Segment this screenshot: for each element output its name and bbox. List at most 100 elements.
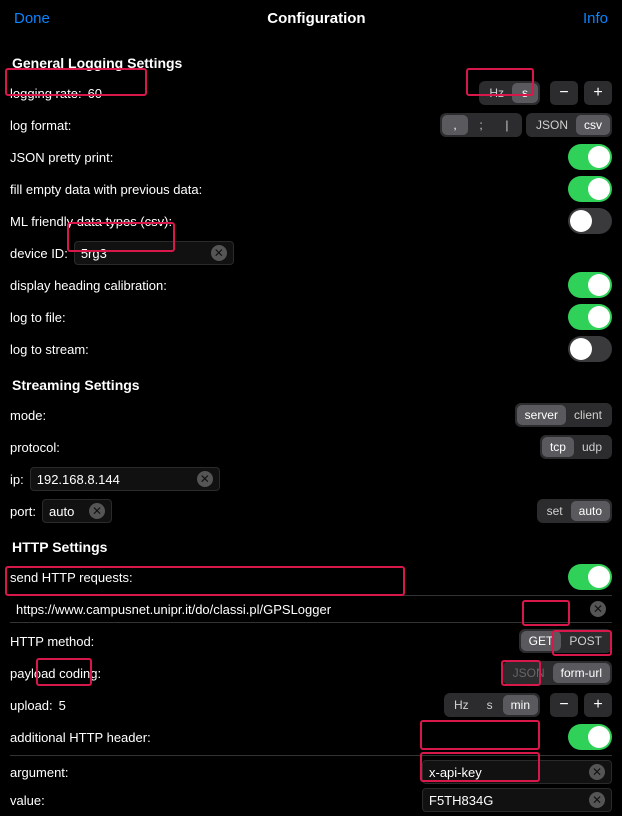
row-log-to-file: log to file: bbox=[10, 303, 612, 331]
ml-friendly-toggle[interactable] bbox=[568, 208, 612, 234]
log-to-file-toggle[interactable] bbox=[568, 304, 612, 330]
value-field[interactable]: F5TH834G ✕ bbox=[422, 788, 612, 812]
clear-icon[interactable]: ✕ bbox=[211, 245, 227, 261]
payload-json[interactable]: JSON bbox=[505, 663, 553, 683]
fmt-pipe[interactable]: | bbox=[494, 115, 520, 135]
navigation-bar: Done Configuration Info bbox=[0, 0, 622, 41]
fmt-semicolon[interactable]: ; bbox=[468, 115, 494, 135]
port-set[interactable]: set bbox=[539, 501, 571, 521]
upload-minus-button[interactable]: − bbox=[550, 693, 578, 717]
argument-value: x-api-key bbox=[429, 765, 505, 780]
fmt-comma[interactable]: , bbox=[442, 115, 468, 135]
fill-empty-toggle[interactable] bbox=[568, 176, 612, 202]
fmt-json[interactable]: JSON bbox=[528, 115, 576, 135]
section-general: General Logging Settings bbox=[12, 55, 612, 71]
display-heading-toggle[interactable] bbox=[568, 272, 612, 298]
proto-tcp[interactable]: tcp bbox=[542, 437, 574, 457]
port-mode-segment[interactable]: set auto bbox=[537, 499, 612, 523]
format-type-segment[interactable]: JSON csv bbox=[526, 113, 612, 137]
row-logging-rate: logging rate: 60 Hz s − + bbox=[10, 79, 612, 107]
upload-min[interactable]: min bbox=[503, 695, 538, 715]
device-id-field[interactable]: 5rg3 ✕ bbox=[74, 241, 234, 265]
protocol-label: protocol: bbox=[10, 440, 60, 455]
proto-udp[interactable]: udp bbox=[574, 437, 610, 457]
upload-s[interactable]: s bbox=[477, 695, 503, 715]
port-label: port: bbox=[10, 504, 36, 519]
argument-label: argument: bbox=[10, 765, 69, 780]
row-log-to-stream: log to stream: bbox=[10, 335, 612, 363]
upload-unit-segment[interactable]: Hz s min bbox=[444, 693, 540, 717]
json-pretty-toggle[interactable] bbox=[568, 144, 612, 170]
row-fill-empty: fill empty data with previous data: bbox=[10, 175, 612, 203]
row-value: value: F5TH834G ✕ bbox=[10, 788, 612, 816]
page-title: Configuration bbox=[267, 10, 365, 27]
payload-segment[interactable]: JSON form-url bbox=[503, 661, 612, 685]
row-device-id: device ID: 5rg3 ✕ bbox=[10, 239, 612, 267]
format-delimiter-segment[interactable]: , ; | bbox=[440, 113, 522, 137]
clear-icon[interactable]: ✕ bbox=[89, 503, 105, 519]
row-mode: mode: server client bbox=[10, 401, 612, 429]
row-ml-friendly: ML friendly data types (csv): bbox=[10, 207, 612, 235]
clear-icon[interactable]: ✕ bbox=[197, 471, 213, 487]
clear-icon[interactable]: ✕ bbox=[589, 792, 605, 808]
row-additional-header: additional HTTP header: bbox=[10, 723, 612, 751]
additional-header-toggle[interactable] bbox=[568, 724, 612, 750]
row-protocol: protocol: tcp udp bbox=[10, 433, 612, 461]
value-label: value: bbox=[10, 793, 45, 808]
mode-client[interactable]: client bbox=[566, 405, 610, 425]
http-url-field[interactable]: https://www.campusnet.unipr.it/do/classi… bbox=[10, 595, 612, 623]
http-method-label: HTTP method: bbox=[10, 634, 94, 649]
info-button[interactable]: Info bbox=[583, 10, 608, 27]
logging-rate-value: 60 bbox=[88, 86, 102, 101]
row-port: port: auto ✕ set auto bbox=[10, 497, 612, 525]
http-method-segment[interactable]: GET POST bbox=[519, 629, 612, 653]
row-ip: ip: 192.168.8.144 ✕ bbox=[10, 465, 612, 493]
rate-unit-segment[interactable]: Hz s bbox=[479, 81, 540, 105]
rate-unit-hz[interactable]: Hz bbox=[481, 83, 512, 103]
port-auto[interactable]: auto bbox=[571, 501, 610, 521]
additional-header-label: additional HTTP header: bbox=[10, 730, 151, 745]
section-http: HTTP Settings bbox=[12, 539, 612, 555]
rate-minus-button[interactable]: − bbox=[550, 81, 578, 105]
clear-icon[interactable]: ✕ bbox=[590, 601, 606, 617]
method-get[interactable]: GET bbox=[521, 631, 562, 651]
json-pretty-label: JSON pretty print: bbox=[10, 150, 113, 165]
clear-icon[interactable]: ✕ bbox=[589, 764, 605, 780]
rate-unit-s[interactable]: s bbox=[512, 83, 538, 103]
mode-label: mode: bbox=[10, 408, 46, 423]
device-id-label: device ID: bbox=[10, 246, 68, 261]
send-http-label: send HTTP requests: bbox=[10, 570, 133, 585]
row-upload: upload: 5 Hz s min − + bbox=[10, 691, 612, 719]
rate-plus-button[interactable]: + bbox=[584, 81, 612, 105]
row-payload-coding: payload coding: JSON form-url bbox=[10, 659, 612, 687]
payload-formurl[interactable]: form-url bbox=[553, 663, 610, 683]
method-post[interactable]: POST bbox=[561, 631, 610, 651]
upload-label: upload: bbox=[10, 698, 53, 713]
ip-field[interactable]: 192.168.8.144 ✕ bbox=[30, 467, 220, 491]
log-to-file-label: log to file: bbox=[10, 310, 66, 325]
payload-coding-label: payload coding: bbox=[10, 666, 101, 681]
upload-plus-button[interactable]: + bbox=[584, 693, 612, 717]
port-value: auto bbox=[49, 504, 81, 519]
upload-hz[interactable]: Hz bbox=[446, 695, 477, 715]
ip-label: ip: bbox=[10, 472, 24, 487]
log-to-stream-toggle[interactable] bbox=[568, 336, 612, 362]
send-http-toggle[interactable] bbox=[568, 564, 612, 590]
row-display-heading: display heading calibration: bbox=[10, 271, 612, 299]
value-value: F5TH834G bbox=[429, 793, 505, 808]
upload-value: 5 bbox=[59, 698, 66, 713]
section-streaming: Streaming Settings bbox=[12, 377, 612, 393]
device-id-value: 5rg3 bbox=[81, 246, 203, 261]
ip-value: 192.168.8.144 bbox=[37, 472, 189, 487]
logging-rate-label: logging rate: bbox=[10, 86, 82, 101]
argument-field[interactable]: x-api-key ✕ bbox=[422, 760, 612, 784]
fmt-csv[interactable]: csv bbox=[576, 115, 610, 135]
mode-segment[interactable]: server client bbox=[515, 403, 612, 427]
log-format-label: log format: bbox=[10, 118, 71, 133]
mode-server[interactable]: server bbox=[517, 405, 566, 425]
protocol-segment[interactable]: tcp udp bbox=[540, 435, 612, 459]
done-button[interactable]: Done bbox=[14, 10, 50, 27]
fill-empty-label: fill empty data with previous data: bbox=[10, 182, 202, 197]
port-field[interactable]: auto ✕ bbox=[42, 499, 112, 523]
row-log-format: log format: , ; | JSON csv bbox=[10, 111, 612, 139]
